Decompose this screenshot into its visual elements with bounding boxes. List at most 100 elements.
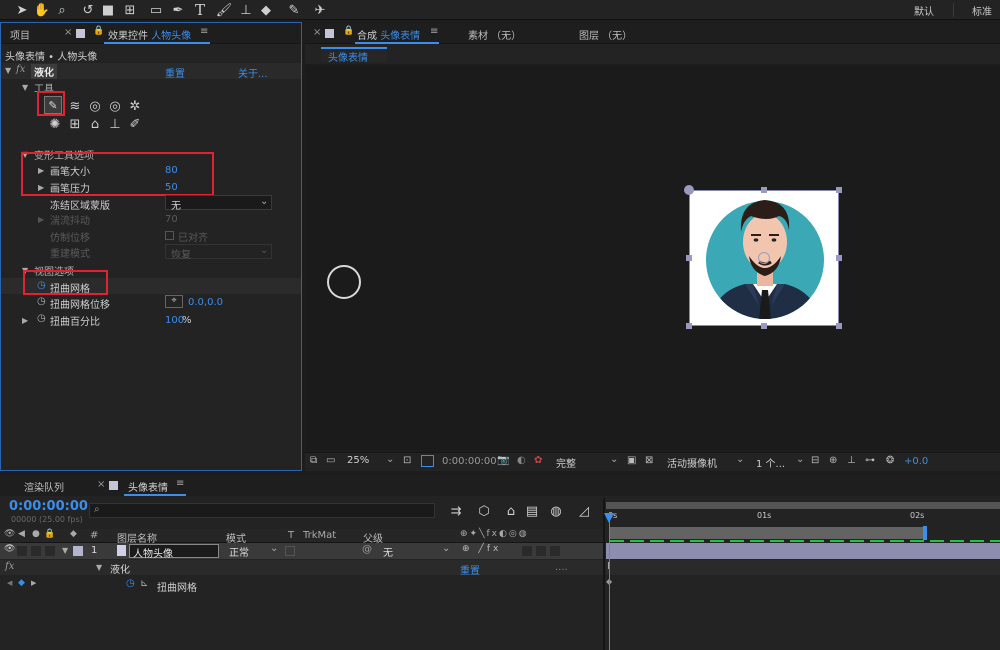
hide-shy-layers-icon[interactable]: ⌂ [503,503,519,519]
layer-duration-bar[interactable] [606,543,1000,559]
eraser-tool-icon[interactable]: ◆ [258,2,274,18]
pen-tool-icon[interactable]: ✒ [170,2,186,18]
region-of-interest-icon[interactable]: ▣ [627,455,636,466]
transform-handle[interactable] [836,255,842,261]
transform-handle[interactable] [836,187,842,193]
playhead-handle[interactable] [604,513,614,523]
panel-menu-icon[interactable]: ≡ [176,478,184,489]
panel-menu-icon[interactable]: ≡ [200,26,208,37]
effect-reset-link[interactable]: 重置 [165,65,185,80]
tab-project[interactable]: 项目 [10,27,30,42]
camera-dropdown[interactable]: 活动摄像机 ⌄ [664,454,748,470]
tab-footage[interactable]: 素材 （无） [468,27,521,42]
current-time[interactable]: 0:00:00:00 [442,456,497,467]
effect-row-name[interactable]: 液化 [110,561,130,576]
layer-switches-icons[interactable]: ⊕ ╱fx [462,544,501,554]
puppet-pin-tool-icon[interactable]: ✈ [312,2,328,18]
tab-composition[interactable]: 合成 头像表情 [357,27,420,42]
transform-handle[interactable] [686,255,692,261]
rectangle-tool-icon[interactable]: ▭ [148,2,164,18]
lock-toggle[interactable] [45,546,55,556]
work-area-top-bar[interactable] [606,502,1000,509]
turbulence-tool-icon[interactable]: ≋ [67,98,83,114]
timeline-icon[interactable]: ⊥ [847,455,856,466]
panel-menu-icon[interactable]: ≡ [430,26,438,37]
layer-label-color[interactable] [73,546,83,556]
switch-toggle[interactable] [522,546,532,556]
views-dropdown[interactable]: 1 个... ⌄ [753,454,807,470]
switch-toggle[interactable] [550,546,560,556]
effect-name[interactable]: 液化 [31,64,57,79]
zoom-dropdown[interactable]: 25% ⌄ [344,454,396,469]
fx-icon[interactable]: fx [16,64,25,75]
reflection-tool-icon[interactable]: ⌂ [87,116,103,132]
work-area-end-handle[interactable] [923,526,927,540]
eye-icon[interactable]: 👁 [4,544,15,554]
fit-icon[interactable]: ⊡ [403,455,411,466]
camera-tool-icon[interactable]: ■ [100,2,116,18]
prev-keyframe-icon[interactable]: ◀ [7,579,12,587]
switch-toggle[interactable] [536,546,546,556]
resolution-dropdown[interactable]: 完整 ⌄ [553,454,621,470]
audio-toggle[interactable] [17,546,27,556]
lock-icon[interactable]: 🔒 [93,26,104,36]
effect-row-reset[interactable]: 重置 [460,562,480,577]
keyframe-icon[interactable]: ◆ [18,578,25,588]
clone-tool-icon[interactable]: ⊥ [107,116,123,132]
pickwhip-icon[interactable]: @ [362,544,372,555]
lock-icon[interactable]: 🔒 [343,26,354,36]
effect-about-link[interactable]: 关于... [238,65,268,80]
preserve-transparency-toggle[interactable] [285,546,295,556]
next-keyframe-icon[interactable]: ▶ [31,579,36,587]
effect-row-triangle[interactable]: ▼ [96,563,102,572]
reset-exposure-icon[interactable]: ❂ [886,455,894,466]
stopwatch-icon[interactable]: ◷ [37,296,46,307]
roto-brush-tool-icon[interactable]: ✎ [286,2,302,18]
freeze-mask-dropdown[interactable]: 无 ⌄ [165,195,272,212]
fx-icon[interactable]: fx [5,561,14,572]
close-icon[interactable]: × [64,27,72,38]
workspace-default[interactable]: 默认 [914,3,934,18]
reconstruction-tool-icon[interactable]: ✐ [127,116,143,132]
layer-expand-triangle[interactable]: ▼ [62,546,68,555]
shift-pixels-tool-icon[interactable]: ⊞ [67,116,83,132]
snapshot-icon[interactable]: 📷 [497,455,509,466]
parent-dropdown[interactable]: 无 ⌄ [380,543,452,559]
fast-previews-icon[interactable]: ⊕ [829,455,837,466]
pucker-tool-icon[interactable]: ✲ [127,98,143,114]
distort-percent-triangle[interactable]: ▶ [22,316,28,325]
timeline-search-input[interactable]: ⌕ [89,503,435,518]
pan-behind-tool-icon[interactable]: ⊞ [122,2,138,18]
exposure-value[interactable]: +0.0 [904,456,928,467]
toggle-pixel-aspect-icon[interactable]: ⊟ [811,455,819,466]
close-icon[interactable]: × [97,479,105,490]
anchor-point-icon[interactable] [758,252,770,264]
motion-blur-icon[interactable]: ◍ [548,503,564,519]
selection-tool-icon[interactable]: ➤ [14,2,30,18]
twirl-clockwise-tool-icon[interactable]: ◎ [87,98,103,114]
color-channels-icon[interactable]: ✿ [534,455,542,466]
transform-handle[interactable] [836,323,842,329]
brush-tool-icon[interactable]: 🖌 [216,2,233,18]
draft-3d-icon[interactable]: ⬡ [476,503,492,519]
tab-render-queue[interactable]: 渲染队列 [24,479,64,494]
type-tool-icon[interactable]: T [192,1,208,19]
timeline-timecode[interactable]: 0:00:00:00 [9,499,88,514]
layer-name-field[interactable]: 人物头像 [129,544,219,560]
transform-handle[interactable] [761,187,767,193]
close-icon[interactable]: × [313,27,321,38]
effect-row-more[interactable]: .... [555,562,568,573]
zoom-tool-icon[interactable]: ⌕ [54,2,70,18]
rotate-tool-icon[interactable]: ↺ [80,2,96,18]
comp-mini-flowchart-icon[interactable]: ⇉ [448,503,464,519]
effect-expand-triangle[interactable]: ▼ [5,66,11,75]
transparency-grid-icon[interactable]: ⊠ [645,455,653,466]
bloat-tool-icon[interactable]: ✺ [47,116,63,132]
crosshair-icon[interactable]: ⌖ [165,295,183,308]
flowchart-icon[interactable]: ⊶ [865,455,875,466]
clone-stamp-tool-icon[interactable]: ⊥ [238,2,254,18]
always-preview-icon[interactable]: ⧉ [310,455,317,466]
transform-handle[interactable] [761,323,767,329]
monitor-icon[interactable]: ▭ [326,455,335,466]
tab-layer[interactable]: 图层 （无） [579,27,632,42]
